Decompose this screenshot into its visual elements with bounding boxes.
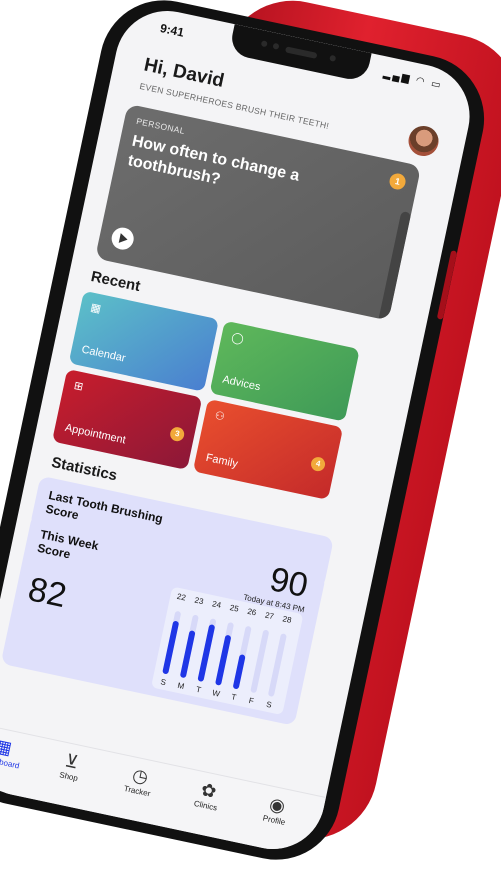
earpiece-speaker bbox=[284, 46, 318, 59]
tile-label: Advices bbox=[221, 373, 262, 394]
people-icon: ⚇ bbox=[213, 409, 226, 424]
battery-icon: ▭ bbox=[429, 78, 444, 92]
week-day-bar bbox=[232, 654, 246, 690]
sensor-dot bbox=[272, 42, 280, 50]
week-day-label: S bbox=[265, 699, 273, 710]
week-day-track bbox=[267, 633, 287, 697]
week-day-bar bbox=[214, 634, 232, 686]
tile-label: Appointment bbox=[63, 421, 127, 447]
week-day-label: S bbox=[159, 677, 167, 688]
hero-card[interactable]: PERSONAL How often to change a toothbrus… bbox=[94, 103, 422, 321]
week-day-label: W bbox=[211, 688, 221, 699]
status-icons: ▂▄▆ ◠ ▭ bbox=[382, 68, 443, 91]
tile-label: Family bbox=[204, 451, 239, 471]
week-day-date: 22 bbox=[176, 591, 187, 603]
wifi-icon: ◠ bbox=[414, 75, 428, 89]
signal-icon: ▂▄▆ bbox=[382, 68, 413, 85]
week-day-track bbox=[250, 629, 270, 694]
recent-title: Recent bbox=[89, 268, 142, 296]
tab-bar: ▦ Dashboard ⊻ Shop ◷ Tracker ✿ Clinics ◉… bbox=[0, 722, 327, 859]
tab-profile[interactable]: ◉ Profile bbox=[244, 788, 309, 831]
carousel-scrollbar[interactable] bbox=[376, 210, 412, 321]
week-day-label: F bbox=[248, 696, 255, 706]
week-score-title: This Week Score bbox=[36, 527, 100, 562]
week-day-date: 25 bbox=[228, 603, 240, 614]
week-day-bar bbox=[162, 620, 180, 675]
camera-dot bbox=[329, 54, 337, 62]
week-day-date: 27 bbox=[264, 610, 275, 622]
week-day-label: M bbox=[176, 680, 186, 692]
week-day-label: T bbox=[230, 692, 238, 703]
week-score-value: 82 bbox=[24, 570, 70, 616]
play-button[interactable] bbox=[109, 225, 136, 252]
tile-label: Calendar bbox=[80, 343, 127, 365]
chat-bubble-icon: ◯ bbox=[230, 331, 245, 346]
week-day-label: T bbox=[195, 684, 202, 695]
week-day-date: 24 bbox=[211, 599, 222, 610]
hero-badge: 1 bbox=[388, 171, 408, 191]
phone-mockup: 9:41 ▂▄▆ ◠ ▭ Hi, David EVEN SUPERHEROES … bbox=[0, 0, 501, 872]
tab-clinics[interactable]: ✿ Clinics bbox=[175, 774, 240, 817]
tile-badge: 3 bbox=[168, 425, 186, 443]
avatar[interactable] bbox=[405, 123, 442, 159]
sensor-dot bbox=[260, 40, 268, 48]
week-day-date: 26 bbox=[246, 606, 258, 618]
calendar-icon: ▦ bbox=[89, 301, 103, 316]
hero-title: How often to change a toothbrush? bbox=[126, 132, 301, 189]
tab-shop[interactable]: ⊻ Shop bbox=[38, 744, 103, 787]
tab-dashboard[interactable]: ▦ Dashboard bbox=[0, 730, 35, 773]
tab-tracker[interactable]: ◷ Tracker bbox=[107, 759, 172, 802]
week-day-bar bbox=[179, 630, 196, 679]
status-time: 9:41 bbox=[158, 20, 186, 40]
week-day-bar bbox=[197, 624, 216, 683]
tile-badge: 4 bbox=[309, 455, 327, 473]
week-day-date: 23 bbox=[193, 595, 205, 607]
week-day-date: 28 bbox=[281, 614, 293, 625]
plus-square-icon: ⊞ bbox=[72, 379, 85, 394]
